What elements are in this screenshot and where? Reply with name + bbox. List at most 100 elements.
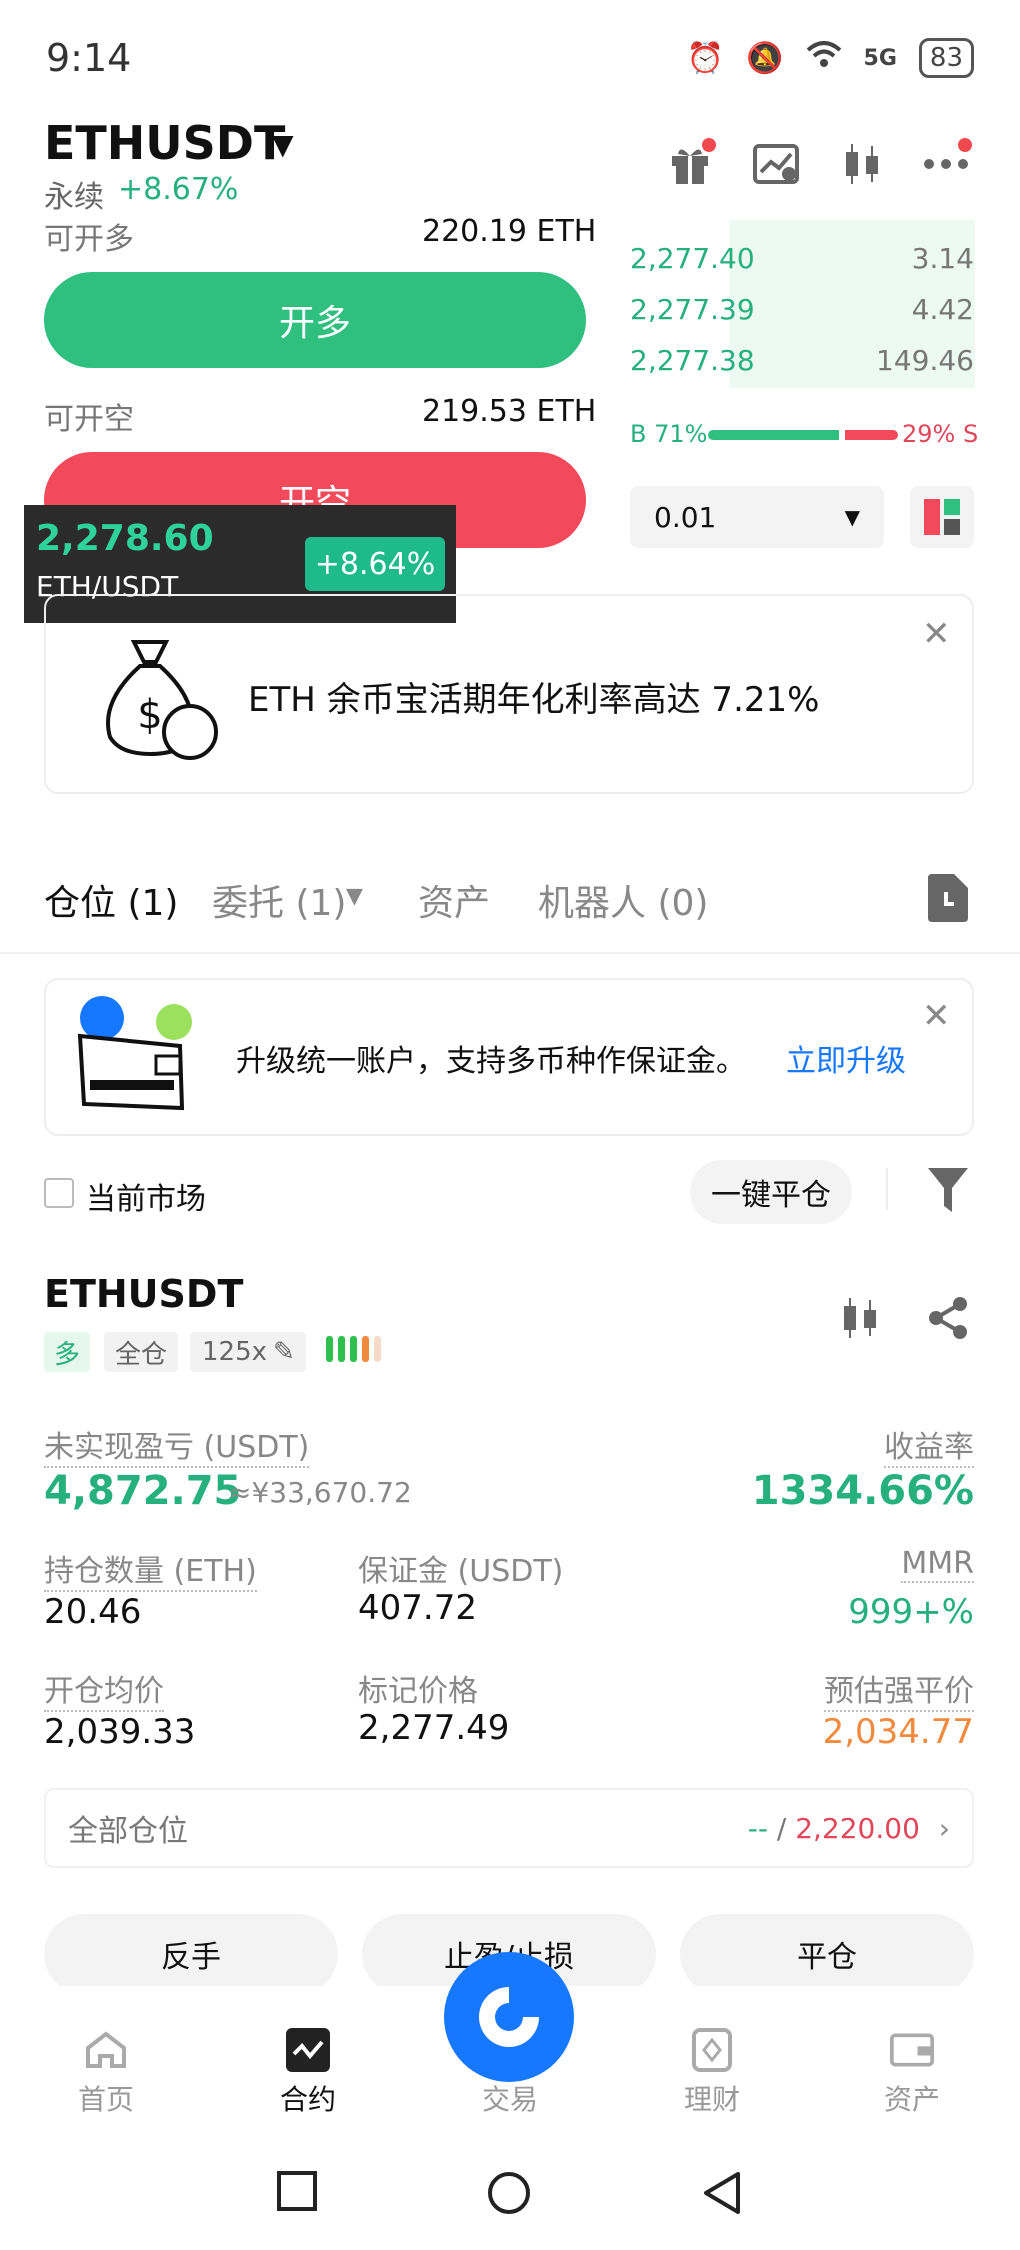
nav-assets[interactable]: 资产 [852,2030,972,2118]
pair-title[interactable]: ETHUSDT [44,116,285,170]
tab-orders[interactable]: 委托 (1) [212,874,346,926]
value-separator: / [767,1811,796,1845]
filter-divider [886,1168,888,1210]
home-icon [84,2030,128,2070]
nav-home-label: 首页 [77,2083,134,2116]
sl-value: 2,220.00 [795,1811,920,1845]
nav-futures-label: 合约 [279,2083,336,2116]
risk-bar [374,1336,381,1362]
caret-down-icon[interactable]: ▼ [346,884,363,909]
order-book-price: 2,277.38 [630,344,755,377]
unrealized-pnl-label[interactable]: 未实现盈亏 (USDT) [44,1422,310,1468]
risk-bar [326,1336,333,1362]
roi-value: 1334.66% [751,1468,974,1514]
position-side-tag: 多 [44,1332,90,1372]
earn-icon [690,2028,734,2072]
all-positions-label: 全部仓位 [68,1814,188,1849]
network-label: 5G [863,45,897,71]
notification-dot [958,138,972,152]
nav-trade[interactable]: 交易 [450,2030,570,2118]
margin-value: 407.72 [358,1588,477,1628]
status-icons: ⏰ 🔕 5G 83 [687,38,974,78]
candlestick-icon[interactable] [836,138,888,190]
futures-icon [286,2028,330,2072]
chart-settings-icon[interactable] [750,138,802,190]
order-book-qty: 4.42 [911,293,974,326]
chevron-right-icon: › [938,1811,950,1845]
gift-icon[interactable] [664,138,716,190]
entry-price-value: 2,039.33 [44,1712,196,1752]
nav-futures[interactable]: 合约 [248,2028,368,2118]
nav-earn[interactable]: 理财 [652,2028,772,2118]
order-book-price: 2,277.39 [630,293,755,326]
share-icon[interactable] [926,1296,970,1344]
order-book-price: 2,277.40 [630,242,755,275]
position-size-label[interactable]: 持仓数量 (ETH) [44,1546,257,1592]
close-icon[interactable]: ✕ [922,614,951,654]
tab-bots[interactable]: 机器人 (0) [538,874,708,926]
buy-sell-ratio-bar [708,430,898,440]
margin-label: 保证金 (USDT) [358,1554,564,1589]
mute-icon: 🔕 [746,40,784,76]
order-book-row[interactable]: 2,277.40 3.14 [630,242,974,275]
filter-icon[interactable] [928,1168,968,1216]
buy-ratio-label: B 71% [630,420,708,448]
leverage-value: 125x [202,1337,268,1367]
open-short-label: 可开空 [44,402,134,437]
nav-assets-label: 资产 [883,2083,940,2116]
position-symbol[interactable]: ETHUSDT [44,1272,243,1316]
sell-ratio-fill [845,430,898,440]
mmr-value: 999+% [848,1592,974,1632]
risk-bar [338,1336,345,1362]
more-icon[interactable] [920,138,972,190]
back-system-button[interactable] [700,2170,742,2216]
margin-mode-tag: 全仓 [104,1332,178,1372]
current-market-label: 当前市场 [86,1182,206,1217]
order-book-layout-button[interactable] [910,486,974,548]
current-market-checkbox[interactable] [44,1178,74,1208]
close-all-button[interactable]: 一键平仓 [690,1160,852,1224]
caret-down-icon[interactable]: ▼ [272,128,294,161]
nav-home[interactable]: 首页 [46,2030,166,2118]
leverage-tag[interactable]: 125x ✎ [190,1332,306,1372]
entry-price-label[interactable]: 开仓均价 [44,1666,164,1712]
svg-text:$: $ [137,692,162,738]
reverse-button[interactable]: 反手 [44,1914,338,1994]
open-long-amount: 220.19 ETH [422,214,597,249]
upgrade-link[interactable]: 立即升级 [786,1036,906,1080]
risk-bar [350,1336,357,1362]
overlay-change-badge: +8.64% [305,537,445,591]
edit-icon: ✎ [273,1337,295,1367]
tab-positions[interactable]: 仓位 (1) [44,874,178,926]
order-book-row[interactable]: 2,277.39 4.42 [630,293,974,326]
status-time: 9:14 [46,36,132,80]
open-short-amount: 219.53 ETH [422,394,597,429]
candlestick-icon[interactable] [838,1296,882,1344]
order-book-row[interactable]: 2,277.38 149.46 [630,344,974,377]
close-position-button[interactable]: 平仓 [680,1914,974,1994]
battery-indicator: 83 [918,38,974,78]
roi-label[interactable]: 收益率 [884,1422,974,1468]
square-icon [277,2171,317,2211]
layout-icon [924,499,960,535]
open-long-button[interactable]: 开多 [44,272,586,368]
alarm-icon: ⏰ [686,40,725,76]
nav-earn-label: 理财 [683,2083,740,2116]
home-system-button[interactable] [486,2170,532,2216]
tp-value: -- [747,1811,768,1845]
all-positions-row[interactable]: 全部仓位 -- / 2,220.00 › [44,1788,974,1868]
sell-ratio-label: 29% S [902,420,979,448]
money-bag-icon: $ [90,632,220,766]
liq-price-value: 2,034.77 [822,1712,974,1752]
precision-select[interactable]: 0.01 ▼ [630,486,884,548]
open-long-label: 可开多 [44,222,134,257]
recent-apps-button[interactable] [276,2170,318,2212]
liq-price-label[interactable]: 预估强平价 [824,1666,974,1712]
mmr-label[interactable]: MMR [901,1546,974,1583]
order-book-qty: 149.46 [876,344,974,377]
back-triangle-icon [704,2172,740,2214]
close-icon[interactable]: ✕ [922,996,951,1036]
history-document-icon[interactable] [924,874,968,926]
tabs-divider [0,952,1020,954]
tab-assets[interactable]: 资产 [418,874,490,926]
